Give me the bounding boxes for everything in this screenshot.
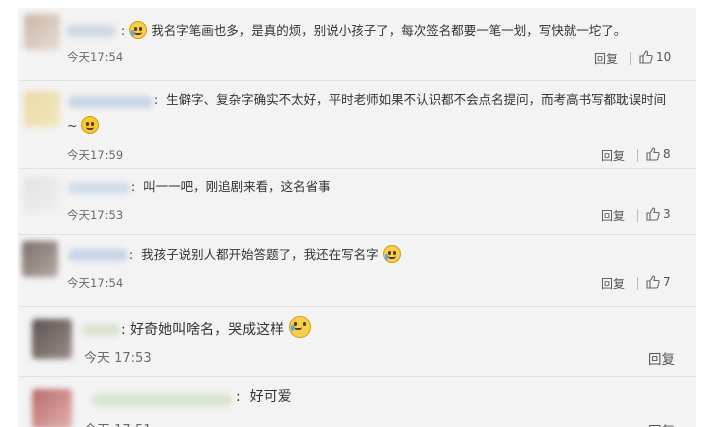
comment-text: : 好可爱 [236, 389, 292, 405]
comment-item: : 我孩子说别人都开始答题了，我还在写名字 今天17:54 回复 7 [18, 235, 696, 299]
like-count: 3 [663, 207, 671, 221]
divider [637, 209, 638, 222]
like-count: 10 [656, 50, 672, 64]
divider [630, 52, 631, 65]
comment-text: : 生僻字、复杂字确实不太好，平时老师如果不认识都不会点名提问，而考高书写都耽误… [154, 92, 667, 107]
like-count: 8 [663, 147, 671, 161]
comment-item: : 好可爱 今天 17:51 回复 [18, 377, 696, 427]
comment-time: 今天17:59 [67, 148, 124, 162]
comment-time: 今天 17:53 [84, 351, 152, 366]
divider [637, 149, 638, 162]
thumbs-up-icon [646, 207, 660, 221]
comment-time: 今天17:53 [67, 208, 124, 222]
username[interactable] [92, 394, 232, 406]
avatar[interactable] [22, 241, 58, 277]
comment-text: : 我孩子说别人都开始答题了，我还在写名字 [129, 243, 401, 267]
comment-item: : 叫一一吧，刚追剧来看，这名省事 今天17:53 回复 3 [18, 169, 696, 233]
reply-button[interactable]: 回复 [601, 207, 625, 224]
laugh-cry-emoji-icon [382, 245, 401, 263]
comment-item: : 好奇她叫啥名，哭成这样 今天 17:53 回复 [18, 307, 696, 377]
reply-button[interactable]: 回复 [648, 420, 675, 427]
avatar[interactable] [32, 319, 72, 359]
divider [637, 277, 638, 290]
comment-text: : 我名字笔画也多，是真的烦，别说小孩子了，每次签名都要一笔一划，写快就一坨了。 [121, 21, 627, 39]
comment-item: : 我名字笔画也多，是真的烦，别说小孩子了，每次签名都要一笔一划，写快就一坨了。… [18, 8, 696, 78]
username[interactable] [66, 25, 116, 37]
like-button[interactable]: 8 [646, 147, 671, 161]
reply-button[interactable]: 回复 [594, 50, 618, 67]
like-button[interactable]: 10 [639, 50, 671, 64]
comment-panel: : 我名字笔画也多，是真的烦，别说小孩子了，每次签名都要一笔一划，写快就一坨了。… [18, 8, 696, 427]
thumbs-up-icon [646, 147, 660, 161]
avatar[interactable] [24, 177, 60, 213]
reply-button[interactable]: 回复 [601, 147, 625, 164]
smile-emoji-icon [81, 116, 100, 134]
comment-text: : 叫一一吧，刚追剧来看，这名省事 [131, 179, 331, 194]
avatar[interactable] [32, 389, 72, 427]
comment-text-continued: ~ [67, 114, 100, 138]
username[interactable] [82, 324, 120, 336]
thumbs-up-icon [639, 50, 653, 64]
laugh-cry-emoji-icon [129, 21, 148, 39]
reply-button[interactable]: 回复 [648, 348, 675, 368]
thumbs-up-icon [646, 275, 660, 289]
comment-text: : 好奇她叫啥名，哭成这样 [121, 316, 311, 342]
comment-item: : 生僻字、复杂字确实不太好，平时老师如果不认识都不会点名提问，而考高书写都耽误… [18, 81, 696, 167]
comment-time: 今天 17:51 [84, 419, 152, 427]
username[interactable] [68, 249, 128, 261]
avatar[interactable] [24, 91, 60, 127]
laugh-cry-emoji-icon [288, 316, 311, 338]
comment-time: 今天17:54 [67, 50, 124, 64]
like-button[interactable]: 7 [646, 275, 671, 289]
avatar[interactable] [24, 14, 60, 50]
like-count: 7 [663, 275, 671, 289]
reply-button[interactable]: 回复 [601, 275, 625, 292]
like-button[interactable]: 3 [646, 207, 671, 221]
username[interactable] [68, 96, 153, 108]
username[interactable] [68, 182, 130, 194]
comment-time: 今天17:54 [67, 276, 124, 290]
